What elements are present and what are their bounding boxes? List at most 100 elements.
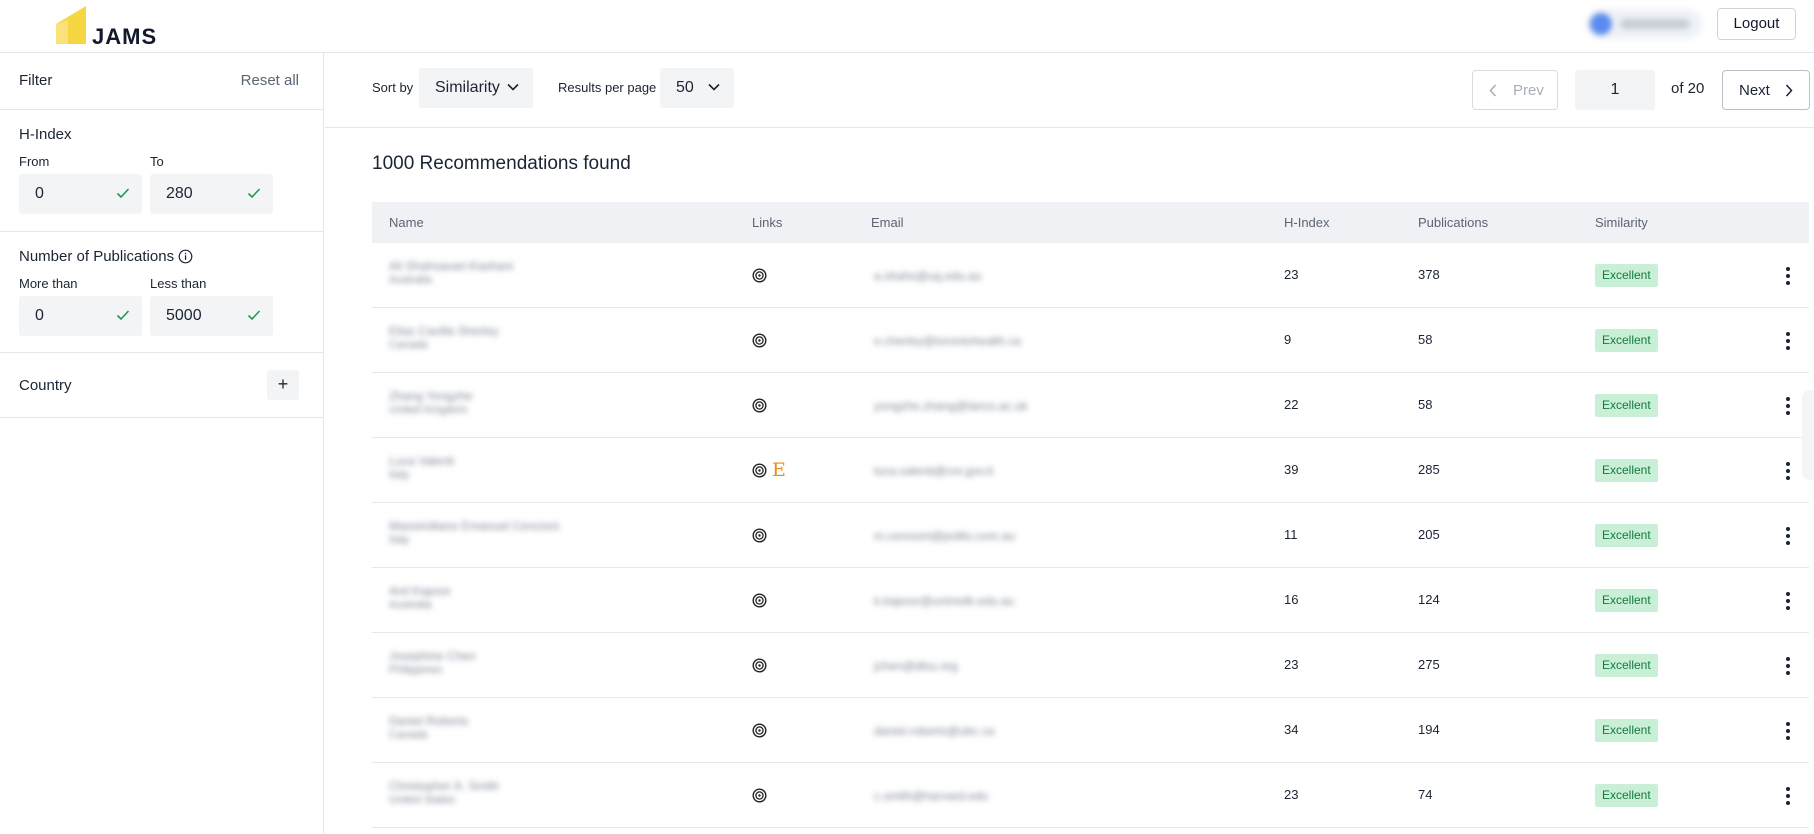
reviewer-country: Italy — [389, 534, 410, 546]
less-than-label: Less than — [150, 276, 207, 291]
reviewer-name[interactable]: Josephine Chen — [389, 649, 476, 663]
column-links: Links — [752, 215, 783, 230]
reviewer-country: United Kingdom — [389, 404, 468, 416]
column-hindex[interactable]: H-Index — [1284, 215, 1330, 230]
reviewer-email[interactable]: daniel.roberts@ubc.ca — [874, 724, 994, 738]
reviewer-name[interactable]: Ali Shahsavari-Kashani — [389, 259, 513, 273]
more-options-icon[interactable] — [1780, 265, 1796, 287]
logo-mark-icon — [56, 6, 86, 44]
table-row[interactable]: Daniel Roberts Canada daniel.roberts@ubc… — [372, 698, 1809, 763]
less-than-value: 5000 — [166, 307, 202, 324]
scrollbar[interactable] — [1802, 390, 1814, 480]
similarity-badge: Excellent — [1595, 394, 1658, 417]
column-similarity[interactable]: Similarity — [1595, 215, 1648, 230]
hindex-value: 9 — [1284, 332, 1292, 347]
more-options-icon[interactable] — [1780, 460, 1796, 482]
logout-button[interactable]: Logout — [1717, 8, 1796, 40]
orcid-icon[interactable] — [752, 268, 767, 283]
more-options-icon[interactable] — [1780, 785, 1796, 807]
chevron-left-icon — [1489, 84, 1497, 97]
orcid-icon[interactable] — [752, 788, 767, 803]
more-options-icon[interactable] — [1780, 330, 1796, 352]
reviewer-email[interactable]: c.smith@harvard.edu — [874, 789, 988, 803]
reviewer-name[interactable]: Elias Cavilla Sherley — [389, 324, 498, 338]
orcid-icon[interactable] — [752, 398, 767, 413]
orcid-icon[interactable] — [752, 723, 767, 738]
results-per-page-label: Results per page — [558, 80, 657, 95]
orcid-icon[interactable] — [752, 593, 767, 608]
prev-page-button[interactable]: Prev — [1472, 70, 1558, 110]
hindex-value: 22 — [1284, 397, 1299, 412]
total-pages: of 20 — [1671, 80, 1705, 97]
filter-header: Filter Reset all — [0, 53, 323, 110]
column-name[interactable]: Name — [389, 215, 424, 230]
table-header: Name Links Email H-Index Publications Si… — [372, 202, 1809, 243]
check-icon — [247, 310, 261, 321]
info-icon[interactable] — [178, 249, 193, 264]
hindex-value: 23 — [1284, 657, 1299, 672]
check-icon — [247, 188, 261, 199]
orcid-icon[interactable] — [752, 658, 767, 673]
results-per-page-value: 50 — [676, 79, 694, 96]
more-than-label: More than — [19, 276, 78, 291]
reviewer-email[interactable]: e.cherley@torontohealth.ca — [874, 334, 1021, 348]
more-options-icon[interactable] — [1780, 395, 1796, 417]
orcid-icon[interactable] — [752, 528, 767, 543]
check-icon — [116, 188, 130, 199]
table-row[interactable]: Elias Cavilla Sherley Canada e.cherley@t… — [372, 308, 1809, 373]
reviewer-name[interactable]: Luca Valenti — [389, 454, 454, 468]
hindex-filter: H-Index From To 0 280 — [0, 110, 323, 232]
reviewer-country: Australia — [389, 274, 432, 286]
more-options-icon[interactable] — [1780, 590, 1796, 612]
reviewer-country: United States — [389, 794, 456, 806]
publications-filter: Number of Publications More than Less th… — [0, 232, 323, 353]
publications-value: 285 — [1418, 462, 1440, 477]
elsevier-icon[interactable]: E — [772, 459, 786, 481]
reviewer-email[interactable]: k.kapoor@unimelb.edu.au — [874, 594, 1014, 608]
table-row[interactable]: Zhang Yongzhe United Kingdom yongzhe.zha… — [372, 373, 1809, 438]
hindex-title: H-Index — [19, 126, 72, 143]
table-row[interactable]: Massimiliano Emanuel Cencioni Italy m.ce… — [372, 503, 1809, 568]
hindex-to-input[interactable]: 280 — [150, 174, 273, 214]
table-row[interactable]: Luca Valenti Italy E luca.valenti@cnr.go… — [372, 438, 1809, 503]
column-email: Email — [871, 215, 904, 230]
next-page-button[interactable]: Next — [1722, 70, 1810, 110]
reviewer-name[interactable]: Christopher A. Smith — [389, 779, 499, 793]
page-number-input[interactable]: 1 — [1575, 70, 1655, 110]
reviewer-email[interactable]: a.shahs@uq.edu.au — [874, 269, 982, 283]
more-options-icon[interactable] — [1780, 655, 1796, 677]
column-publications[interactable]: Publications — [1418, 215, 1488, 230]
check-icon — [116, 310, 130, 321]
orcid-icon[interactable] — [752, 333, 767, 348]
orcid-icon[interactable] — [752, 463, 767, 478]
sort-dropdown[interactable]: Similarity — [419, 68, 533, 108]
reviewer-name[interactable]: Zhang Yongzhe — [389, 389, 472, 403]
reviewer-email[interactable]: jchen@dlsu.org — [874, 659, 958, 673]
hindex-from-input[interactable]: 0 — [19, 174, 142, 214]
user-avatar-menu[interactable] — [1586, 9, 1702, 39]
less-than-input[interactable]: 5000 — [150, 296, 273, 336]
add-country-button[interactable]: + — [267, 370, 299, 400]
reviewer-email[interactable]: m.cencioni@polito.com.au — [874, 529, 1015, 543]
more-than-input[interactable]: 0 — [19, 296, 142, 336]
more-options-icon[interactable] — [1780, 525, 1796, 547]
reviewer-email[interactable]: luca.valenti@cnr.gov.it — [874, 464, 993, 478]
publications-value: 205 — [1418, 527, 1440, 542]
reviewer-name[interactable]: Anil Kapoor — [389, 584, 451, 598]
reviewer-name[interactable]: Daniel Roberts — [389, 714, 468, 728]
reset-all-link[interactable]: Reset all — [241, 72, 299, 89]
table-row[interactable]: Anil Kapoor Australia k.kapoor@unimelb.e… — [372, 568, 1809, 633]
reviewer-email[interactable]: yongzhe.zhang@lancs.ac.uk — [874, 399, 1028, 413]
top-bar: JAMS Logout — [0, 0, 1814, 53]
table-row[interactable]: Josephine Chen Philippines jchen@dlsu.or… — [372, 633, 1809, 698]
results-per-page-dropdown[interactable]: 50 — [660, 68, 734, 108]
table-row[interactable]: Christopher A. Smith United States c.smi… — [372, 763, 1809, 828]
hindex-value: 11 — [1284, 527, 1298, 542]
more-options-icon[interactable] — [1780, 720, 1796, 742]
more-than-value: 0 — [35, 307, 44, 324]
table-row[interactable]: Ali Shahsavari-Kashani Australia a.shahs… — [372, 243, 1809, 308]
hindex-value: 16 — [1284, 592, 1299, 607]
jams-logo[interactable]: JAMS — [56, 6, 156, 49]
reviewer-name[interactable]: Massimiliano Emanuel Cencioni — [389, 519, 559, 533]
chevron-down-icon — [708, 83, 720, 91]
